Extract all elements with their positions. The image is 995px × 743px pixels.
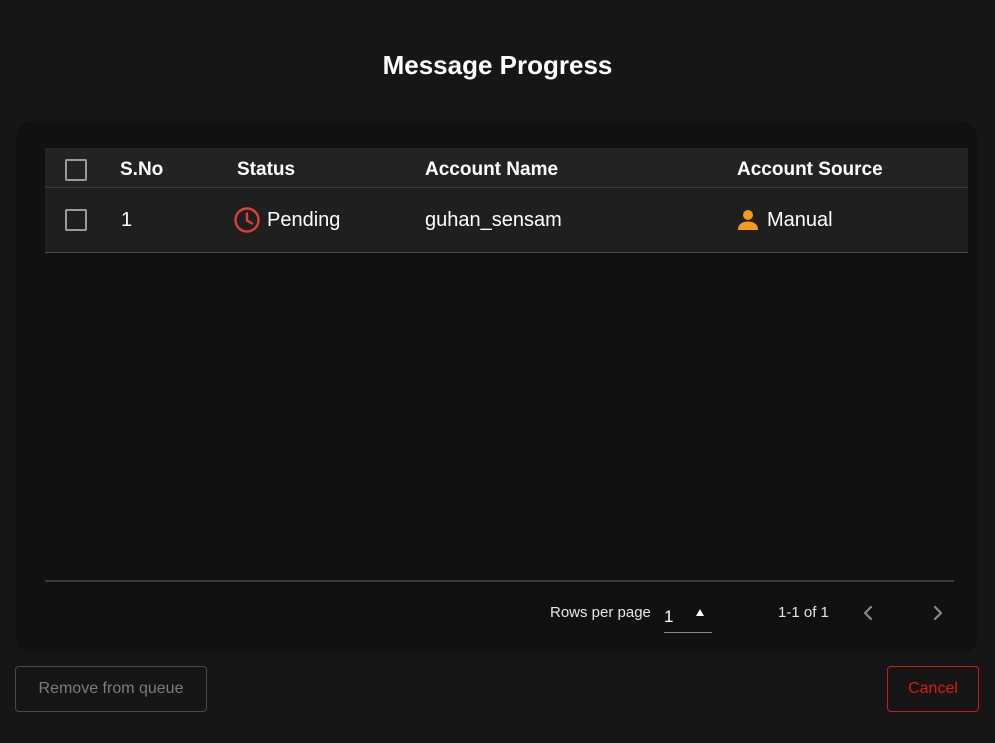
message-progress-dialog: Message Progress S.No Status Account Nam…	[0, 0, 995, 743]
column-header-account-source[interactable]: Account Source	[737, 148, 883, 187]
table-panel: S.No Status Account Name Account Source …	[16, 121, 977, 653]
row-sno: 1	[121, 208, 133, 231]
pagination-range: 1-1 of 1	[778, 604, 829, 621]
column-header-account-name[interactable]: Account Name	[425, 148, 558, 187]
chevron-left-icon	[863, 605, 873, 621]
rows-per-page-label: Rows per page	[550, 604, 651, 621]
status-label: Pending	[267, 208, 341, 231]
dialog-title: Message Progress	[382, 50, 613, 80]
chevron-right-icon	[933, 605, 943, 621]
rows-per-page-value: 1	[664, 607, 674, 626]
cancel-button[interactable]: Cancel	[887, 666, 979, 712]
row-account-name: guhan_sensam	[425, 208, 562, 231]
row-status: Pending	[233, 188, 340, 252]
row-select-cell	[65, 188, 87, 252]
row-checkbox[interactable]	[65, 209, 87, 231]
select-all-checkbox[interactable]	[65, 158, 87, 181]
select-all-cell	[65, 148, 87, 187]
table-footer-divider	[45, 580, 954, 582]
previous-page-button[interactable]	[854, 599, 882, 627]
clock-icon	[233, 206, 261, 234]
table-header: S.No Status Account Name Account Source	[45, 148, 968, 188]
table-row[interactable]: 1 Pending guhan_sensam Manual	[45, 188, 968, 253]
rows-per-page-select[interactable]: 1	[664, 601, 712, 633]
account-source-label: Manual	[767, 208, 833, 231]
row-account-source: Manual	[735, 188, 833, 252]
next-page-button[interactable]	[924, 599, 952, 627]
message-table: S.No Status Account Name Account Source …	[45, 148, 968, 253]
column-header-status[interactable]: Status	[237, 148, 295, 187]
column-header-sno[interactable]: S.No	[120, 148, 163, 187]
remove-from-queue-button[interactable]: Remove from queue	[15, 666, 207, 712]
person-icon	[735, 207, 761, 233]
dropdown-arrow-icon	[696, 609, 704, 616]
